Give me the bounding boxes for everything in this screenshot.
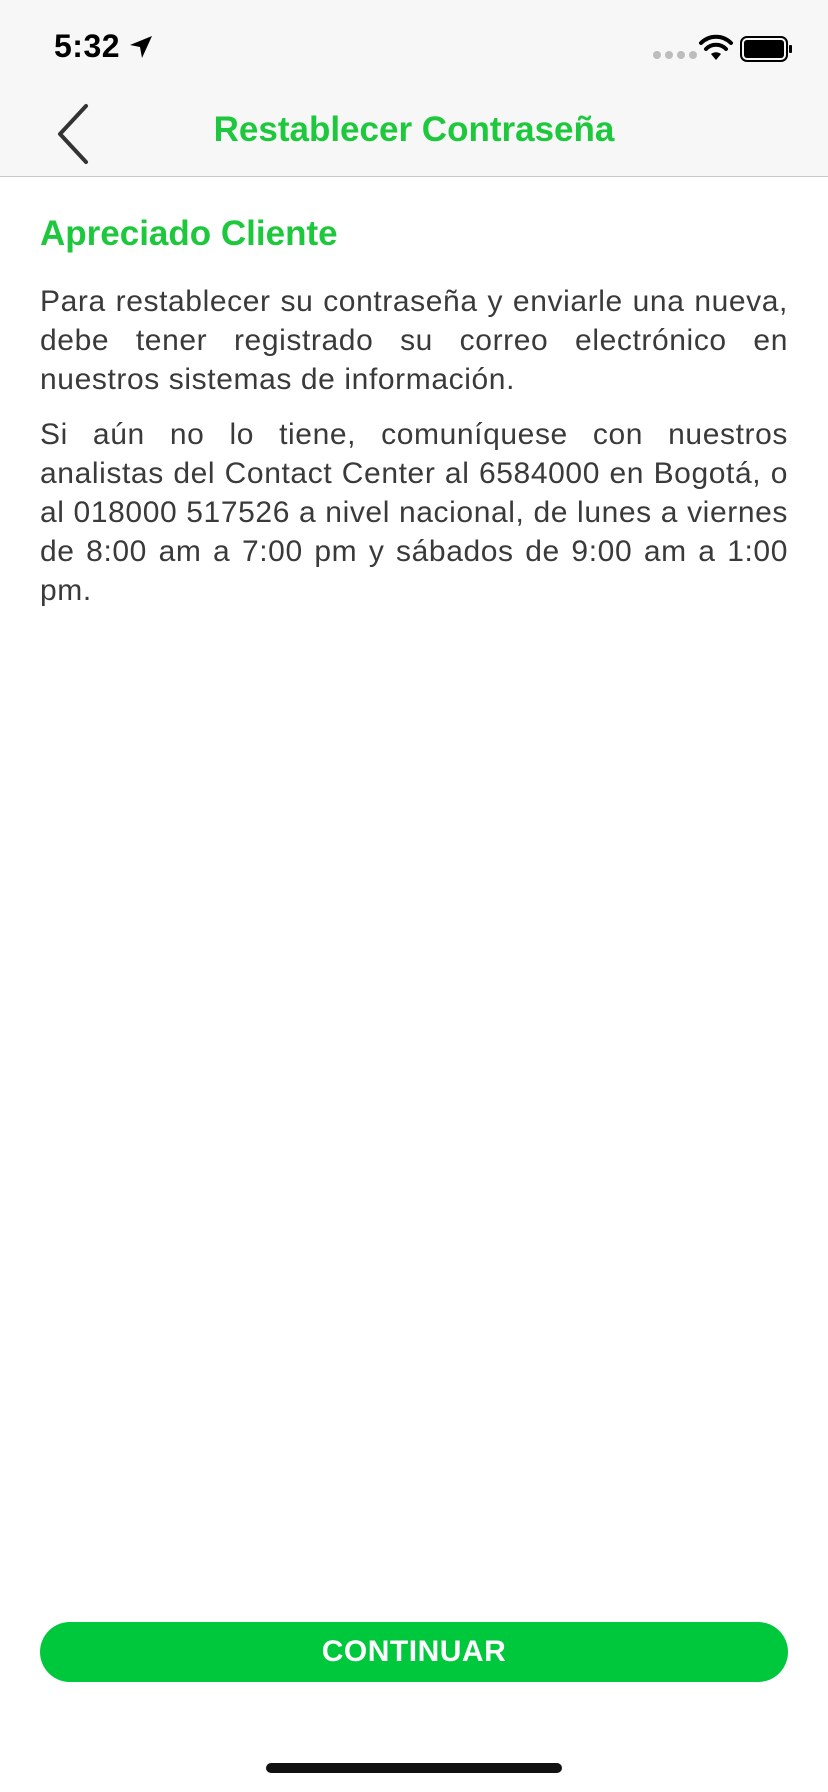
battery-icon: [740, 36, 792, 62]
greeting-heading: Apreciado Cliente: [40, 214, 338, 253]
navigation-bar: Restablecer Contraseña: [0, 96, 828, 177]
page-title: Restablecer Contraseña: [213, 110, 615, 149]
location-arrow-icon: [130, 36, 152, 58]
continue-button[interactable]: CONTINUAR: [40, 1622, 788, 1682]
contact-info-paragraph: Si aún no lo tiene, comuníquese con nues…: [40, 418, 788, 607]
instructions-paragraph: Para restablecer su contraseña y enviarl…: [40, 285, 788, 396]
status-bar: 5:32: [0, 0, 828, 96]
status-time: 5:32: [54, 28, 121, 64]
wifi-icon: [699, 34, 733, 60]
home-indicator[interactable]: [266, 1763, 562, 1773]
signal-dots-icon: [653, 51, 697, 59]
main-content: Apreciado Cliente Para restablecer su co…: [40, 214, 788, 626]
